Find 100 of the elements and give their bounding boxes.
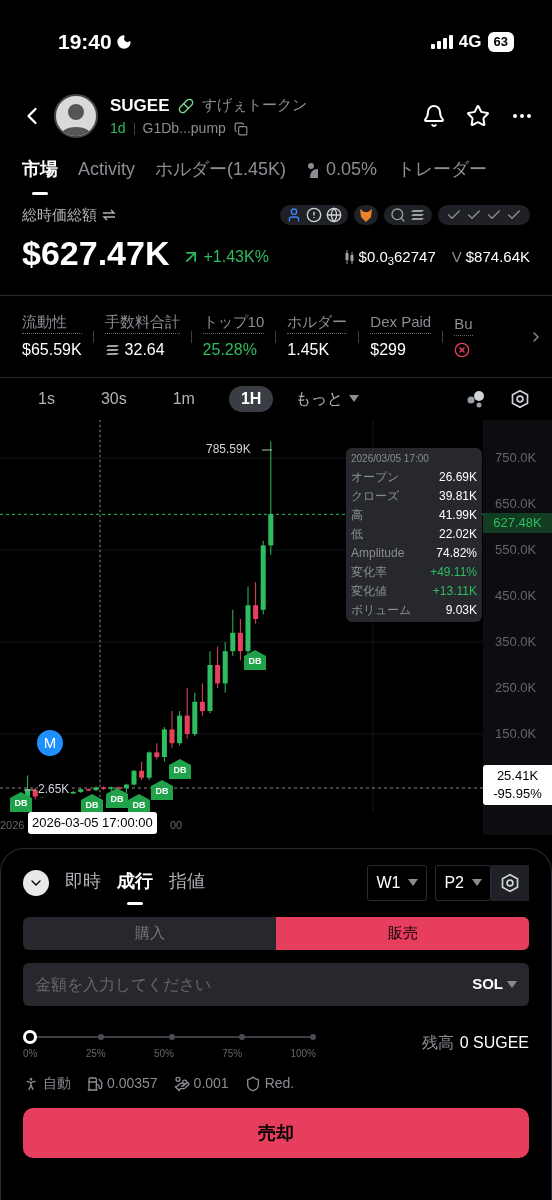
order-type-tab[interactable]: 成行 [117,861,153,905]
leader-line [262,449,272,451]
tooltip-value: 41.99K [438,507,477,523]
volume-value: $874.64K [465,247,530,267]
person-icon [23,1075,39,1092]
market-cap-value: $627.47K [22,232,170,274]
timeframe-tab[interactable]: 1H [228,386,274,412]
current-price-label: 627.48K [483,513,552,533]
trade-setting[interactable]: Red. [264,1073,295,1094]
leader-line [24,789,36,791]
axis-tick-label: 250.0K [495,680,537,696]
axis-date-label: 2026 [0,818,25,832]
balance-value: 0 SUGEE [459,1033,529,1053]
low-price-label: 2.65K [38,781,70,797]
crosshair-price: 25.41K [496,767,539,785]
stat-label: ホルダー [287,310,348,335]
timeframe-tab[interactable]: 30s [88,386,139,412]
token-avatar [54,94,98,138]
network-type: 4G [458,31,482,54]
tab[interactable]: 0.05% [306,156,378,195]
order-type-tab[interactable]: 指値 [169,861,205,905]
stat-label: 手数料合計 [104,310,180,335]
volume-label: V [451,247,462,267]
slider-mark-label: 50% [153,1047,174,1061]
tooltip-value: 39.81K [438,488,477,504]
candle [70,790,76,795]
stat-value: $299 [370,340,406,361]
tooltip-value: 74.82% [436,545,477,561]
slider-thumb[interactable] [23,1030,37,1044]
tooltip-label: クローズ [351,488,399,504]
currency-dropdown[interactable]: SOL [472,973,517,996]
timeframe-tab[interactable]: 1m [160,386,207,412]
amount-slider[interactable] [23,1030,316,1044]
tooltip-label: 高 [351,507,363,523]
axis-tick-label: 150.0K [495,726,537,742]
tab[interactable]: 市場 [22,156,58,195]
stat-value: 32.64 [124,340,165,361]
crosshair-change: -95.95% [493,785,542,803]
search-icon [390,207,406,224]
copy-icon[interactable] [233,121,248,136]
order-type-tab[interactable]: 即時 [65,861,101,905]
timeframe-tab[interactable]: 1s [26,386,67,412]
axis-tick-label: 750.0K [495,450,537,466]
tab[interactable]: ホルダー(1.45K) [155,156,287,195]
alert-icon [306,207,322,224]
bell-icon[interactable] [422,104,446,128]
market-cap-label: 総時価総額 [22,205,97,225]
settings-icon[interactable] [500,873,520,893]
signal-marker: DB [169,759,191,779]
tooltip-value: 9.03K [445,602,477,618]
tooltip-value: +49.11% [430,564,477,580]
slider-mark-label: 0% [23,1047,38,1061]
candle [169,710,175,749]
caret-icon [408,879,419,887]
settings-button[interactable] [491,865,529,901]
search-links[interactable] [384,205,432,226]
stat-label: 流動性 [22,310,82,335]
token-age: 1d [110,119,126,139]
tooltip-label: ボリューム [351,602,411,618]
tab[interactable]: トレーダー [397,156,488,195]
tooltip-value: +13.11K [432,583,477,599]
caret-icon [507,980,517,989]
high-price-label: 785.59K [206,441,251,457]
social-links[interactable] [280,205,348,226]
more-dropdown[interactable]: もっと [295,387,360,411]
settings-icon[interactable] [510,389,530,409]
signal-marker: DB [128,794,150,814]
trade-setting[interactable]: 自動 [43,1073,71,1094]
amount-field[interactable]: 金額を入力してください SOL [23,963,529,1006]
sell-button[interactable]: 売却 [23,1108,529,1158]
axis-tick-label: 350.0K [495,634,537,650]
trade-setting[interactable]: 0.00357 [107,1073,158,1094]
candle-icon [344,249,355,266]
collapse-button[interactable] [23,870,49,896]
signal-icon [430,35,453,49]
stat-value: 1.45K [287,340,330,361]
bubbles-icon[interactable] [466,389,486,409]
tooltip-title: 2026/03/05 17:00 [351,452,430,466]
balance-label: 残高 [421,1033,454,1053]
signal-marker: DB [10,792,32,812]
fox-badge[interactable] [354,205,378,226]
battery-indicator: 63 [487,32,514,52]
marker-badge: M [37,730,63,756]
signal-marker: DB [151,780,173,800]
crosshair-time-label: 2026-03-05 17:00:00 [28,812,157,834]
side-tab[interactable]: 販売 [276,917,529,950]
axis-tick-label: 450.0K [495,588,537,604]
moon-icon [115,34,132,50]
tab[interactable]: Activity [78,156,135,195]
slider-mark-label: 25% [85,1047,106,1061]
trade-setting[interactable]: 0.001 [193,1073,229,1094]
tooltip-label: 変化値 [351,583,387,599]
candle [93,785,99,792]
hand-coins-icon [173,1075,190,1092]
token-address[interactable]: G1Db...pump [142,118,226,140]
wallet-dropdown[interactable]: W1 [367,865,428,901]
axis-tick-label: 650.0K [495,496,537,512]
token-price: $0.0$_{3}$62747 [358,247,436,269]
star-icon[interactable] [466,104,490,128]
tooltip-value: 26.69K [438,469,477,485]
